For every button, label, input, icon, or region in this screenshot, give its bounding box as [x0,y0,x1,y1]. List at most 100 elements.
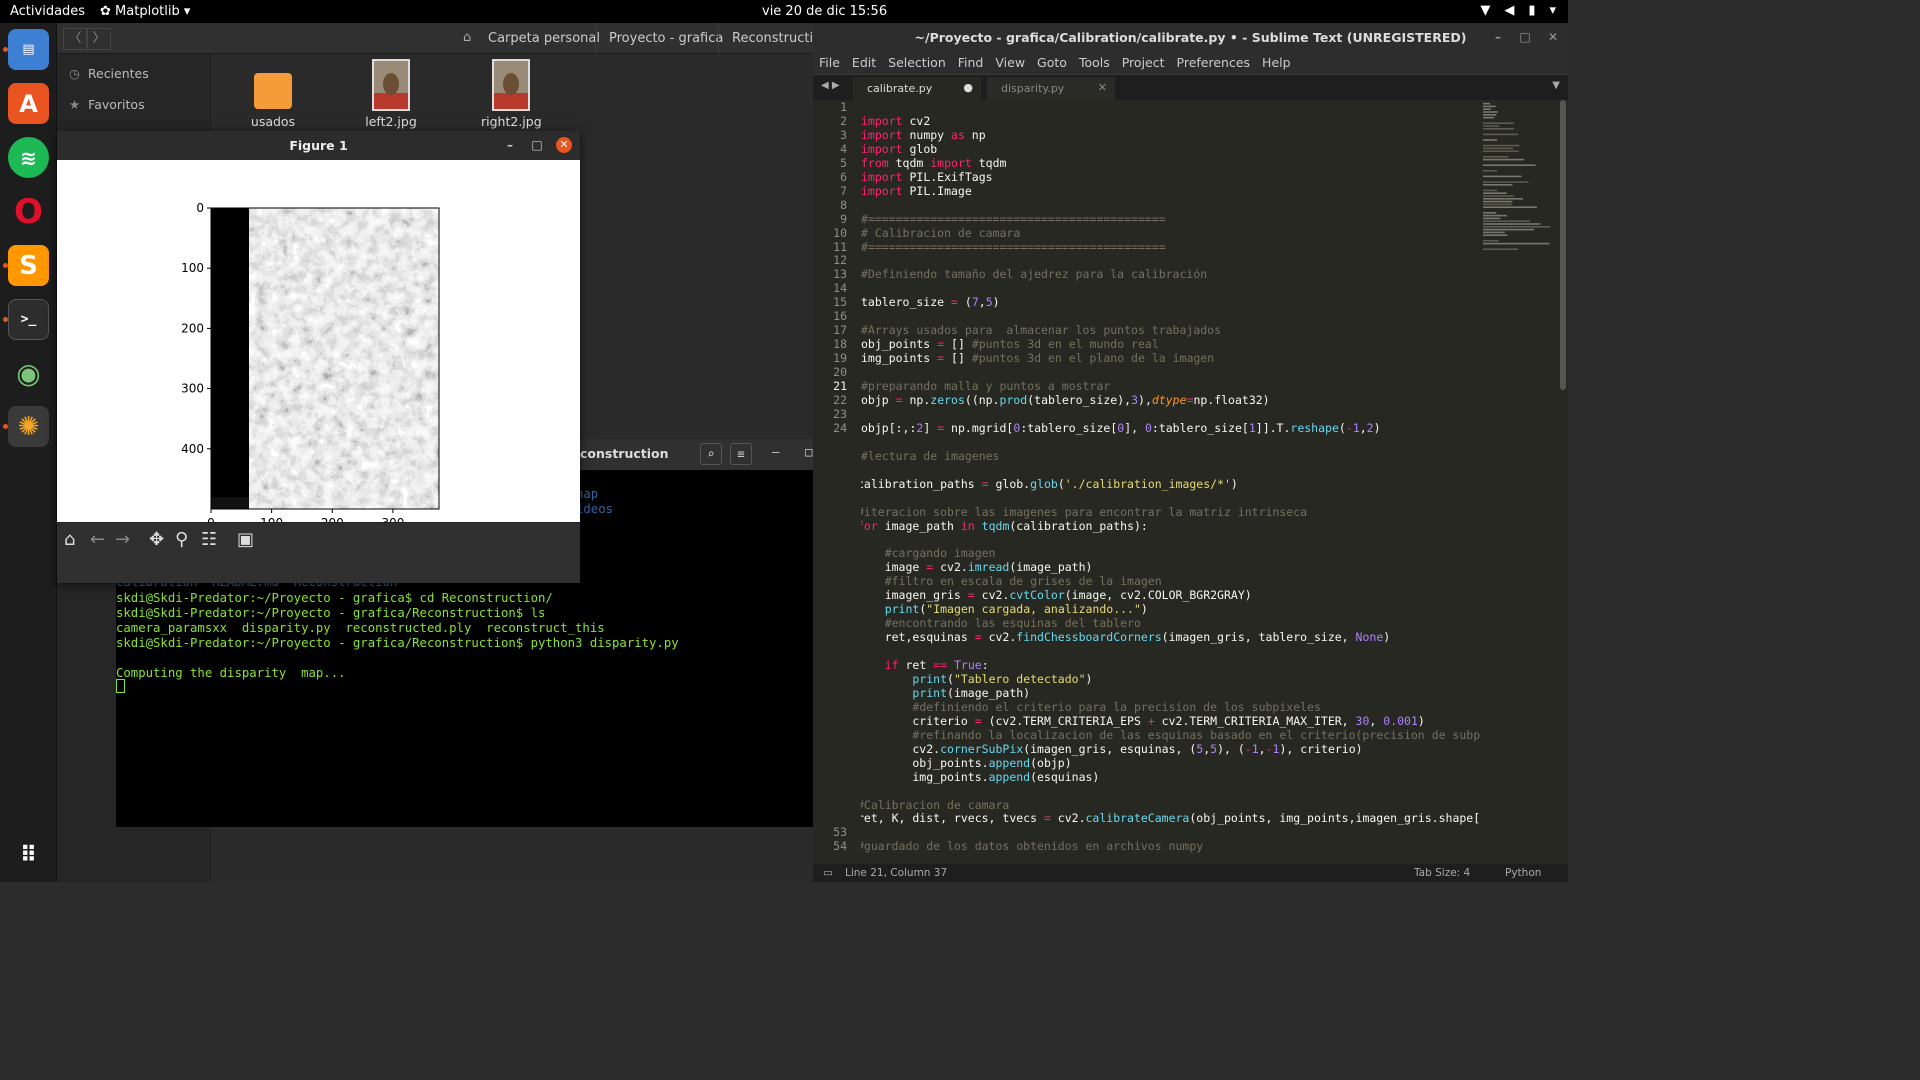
breadcrumb-home[interactable]: Carpeta personal [475,23,613,54]
matplotlib-app-icon[interactable]: ✺ [8,406,49,447]
menu-help[interactable]: Help [1262,52,1299,74]
file-item-usados[interactable]: usados [247,73,299,129]
home-icon: ⌂ [463,30,472,45]
tab-size[interactable]: Tab Size: 4 [1414,867,1470,879]
terminal-line: camera_paramsxx disparity.py reconstruct… [116,621,605,635]
line-number [813,532,847,546]
pan-icon[interactable]: ✥ [149,529,164,550]
menu-project[interactable]: Project [1122,52,1173,74]
sublime-text-icon[interactable]: S [8,245,49,286]
hamburger-menu-icon[interactable]: ≡ [730,443,752,465]
maximize-button[interactable]: □ [805,445,812,459]
minimap-line [1483,122,1514,124]
home-icon[interactable]: ⌂ [64,529,75,550]
breadcrumb-reconstruction[interactable]: Reconstruction [718,23,813,54]
tab-dropdown-icon[interactable]: ▼ [1552,80,1560,91]
minimap-line [1483,111,1498,113]
configure-subplots-icon[interactable]: ☷ [201,529,217,550]
close-button[interactable]: ✕ [1542,23,1564,52]
forward-button[interactable]: 〉 [87,28,111,50]
code-line: print("Tablero detectado") [912,671,1093,686]
show-apps-icon[interactable]: ⠿ [8,835,49,876]
scrollbar[interactable] [1560,100,1566,390]
code-line: import PIL.Image [861,183,972,198]
close-tab-icon[interactable]: ✕ [1098,81,1107,94]
software-center-icon[interactable]: A [8,83,49,124]
panel-icon[interactable]: ▭ [823,867,833,879]
minimize-button[interactable]: – [772,445,779,459]
code-line: #Arrays usados para almacenar los puntos… [861,323,1222,338]
minimap-line [1483,203,1512,206]
eye-of-gnome-icon[interactable]: ◉ [8,353,49,394]
disparity-plot[interactable]: 0100200300 0100200300400 [57,160,580,522]
back-arrow-icon[interactable]: ← [90,529,105,550]
line-number [813,714,847,728]
line-number: 7 [840,183,847,198]
clock[interactable]: vie 20 de dic 15:56 [762,4,887,19]
tab-calibrate[interactable]: calibrate.py ● [853,77,981,101]
forward-arrow-icon[interactable]: → [115,529,130,550]
tab-nav-arrows[interactable]: ◀ ▶ [821,80,840,91]
menu-view[interactable]: View [995,52,1033,74]
search-icon[interactable]: ⌕ [700,443,722,465]
running-indicator [3,47,8,52]
back-button[interactable]: 〈 [63,28,87,50]
sidebar-item-recientes[interactable]: ◷ Recientes [69,66,149,81]
minimap-line [1483,212,1497,214]
minimap-line [1483,189,1497,192]
minimap-line [1483,105,1496,108]
file-item-left2[interactable]: left2.jpg [363,59,419,129]
dock: ▤ A ≋ O S >_ ◉ ✺ ⠿ [0,23,57,882]
tab-disparity[interactable]: disparity.py ✕ [987,77,1115,101]
menu-find[interactable]: Find [958,52,992,74]
save-icon[interactable]: ▣ [237,529,254,550]
file-item-right2[interactable]: right2.jpg [481,59,542,129]
cursor-position[interactable]: Line 21, Column 37 [845,867,947,879]
menu-tools[interactable]: Tools [1079,52,1118,74]
close-button[interactable]: ✕ [556,137,572,153]
code-editor[interactable]: import cv2 import numpy as np import glob f… [861,100,1481,854]
matplotlib-icon: ✿ [100,4,111,19]
menu-file[interactable]: File [819,52,848,74]
minimize-button[interactable]: – [1487,23,1509,52]
line-number: 24 [833,420,847,435]
chevron-down-icon: ▾ [1549,3,1556,18]
minimap[interactable] [1481,100,1557,260]
zoom-icon[interactable]: ⚲ [175,529,188,550]
line-number: 5 [840,155,847,170]
terminal-line: skdi@Skdi-Predator:~/Proyecto - grafica/… [116,636,679,650]
line-number: 12 [833,253,847,268]
code-line: # Calibracion de camara [861,225,1021,240]
files-icon[interactable]: ▤ [8,29,49,70]
breadcrumb-proyecto[interactable]: Proyecto - grafica [595,23,736,54]
menu-preferences[interactable]: Preferences [1177,52,1259,74]
terminal-icon[interactable]: >_ [8,299,49,340]
top-bar: Actividades ✿ Matplotlib ▾ vie 20 de dic… [0,0,1568,23]
minimap-line [1483,164,1536,166]
line-number: 17 [833,323,847,338]
y-tick-label: 0 [196,201,204,215]
line-number [813,505,847,519]
system-tray[interactable]: ▼ ◀ ▮ ▾ [1480,3,1556,18]
maximize-button[interactable]: □ [526,131,548,160]
menu-selection[interactable]: Selection [888,52,954,74]
activities-button[interactable]: Actividades [10,4,85,19]
menu-edit[interactable]: Edit [852,52,884,74]
maximize-button[interactable]: □ [1514,23,1536,52]
app-menu[interactable]: ✿ Matplotlib ▾ [100,4,190,19]
code-line: #filtro en escala de grises de la imagen [884,574,1162,589]
code-line: ret,esquinas = cv2.findChessboardCorners… [861,630,1391,645]
minimap-line [1483,217,1501,220]
opera-icon[interactable]: O [8,191,49,232]
line-number: 4 [840,141,847,156]
code-line: obj_points = [] #puntos 3d en el mundo r… [861,337,1159,352]
line-number: 13 [833,267,847,282]
menu-goto[interactable]: Goto [1037,52,1075,74]
terminal-line: skdi@Skdi-Predator:~/Proyecto - grafica/… [116,606,546,620]
code-line: tablero_size = (7,5) [861,295,1000,310]
spotify-icon[interactable]: ≋ [8,137,49,178]
sidebar-item-favoritos[interactable]: ★ Favoritos [69,97,145,112]
code-line: print("Imagen cargada, analizando...") [884,602,1148,617]
syntax-selector[interactable]: Python [1505,867,1541,879]
minimize-button[interactable]: – [499,131,521,160]
